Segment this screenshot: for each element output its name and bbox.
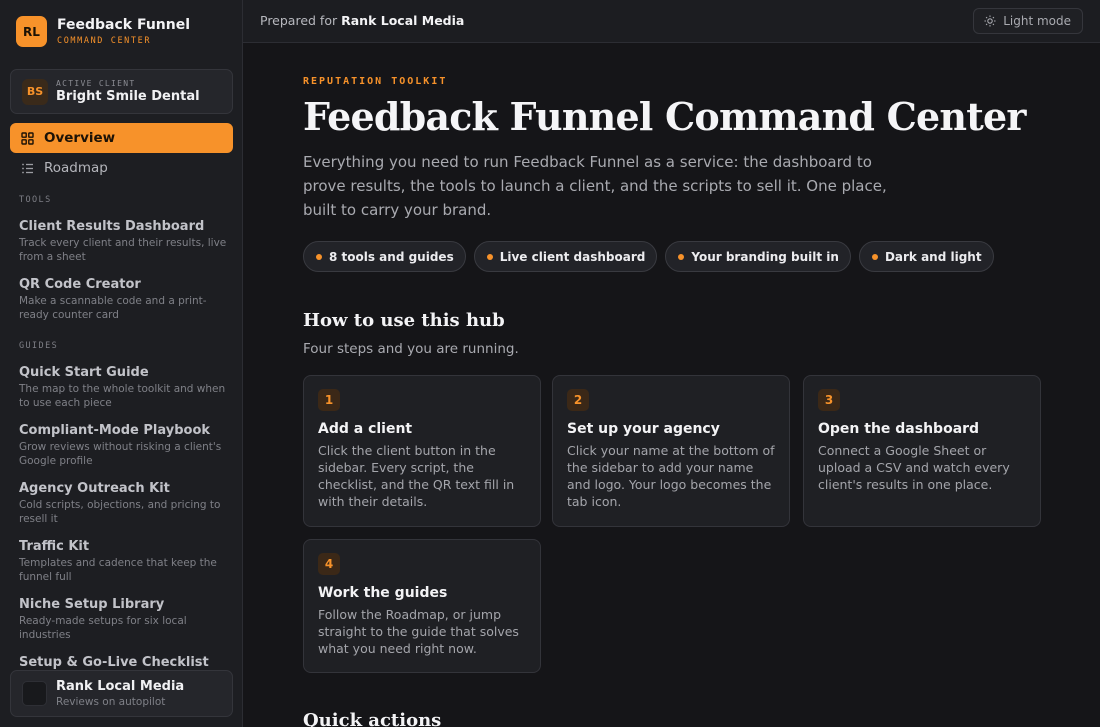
pill-label: Dark and light: [884, 249, 982, 264]
step-body: Click the client button in the sidebar. …: [318, 443, 515, 509]
dot-icon: [871, 253, 878, 260]
topbar: Prepared for Rank Local Media Light mode: [243, 0, 1100, 43]
nav-item-roadmap[interactable]: Roadmap: [10, 153, 233, 183]
dot-icon: [486, 253, 493, 260]
agency-name: Rank Local Media: [56, 679, 185, 694]
step-number: 3: [818, 389, 840, 411]
tool-desc: Templates and cadence that keep the funn…: [19, 557, 217, 583]
grid-icon: [20, 131, 34, 145]
brand-subtitle: COMMAND CENTER: [57, 36, 152, 46]
client-label: ACTIVE CLIENT: [56, 79, 136, 88]
list-icon: [20, 161, 34, 175]
step-number: 1: [318, 389, 340, 411]
tool-title: Niche Setup Library: [19, 597, 165, 612]
section-label-guides: GUIDES: [19, 341, 59, 351]
tool-desc: Grow reviews without risking a client's …: [19, 441, 222, 467]
feature-pill: Live client dashboard: [473, 241, 658, 272]
step-number: 2: [567, 389, 589, 411]
sidebar-item-traffic-kit[interactable]: Traffic Kit Templates and cadence that k…: [19, 539, 229, 584]
active-client-button[interactable]: BS ACTIVE CLIENT Bright Smile Dental: [10, 69, 233, 114]
feature-pill: Dark and light: [858, 241, 994, 272]
brand-logo: RL: [16, 16, 47, 47]
nav-item-label: Roadmap: [44, 160, 108, 176]
sidebar-item-setup-go-live-checklist[interactable]: Setup & Go-Live Checklist: [19, 655, 229, 671]
step-card: 2 Set up your agency Click your name at …: [552, 375, 790, 527]
tool-title: Compliant-Mode Playbook: [19, 423, 211, 438]
section-title-how-to: How to use this hub: [303, 310, 505, 331]
nav-item-overview[interactable]: Overview: [10, 123, 233, 153]
client-text: ACTIVE CLIENT Bright Smile Dental: [56, 79, 200, 104]
brand-text: Feedback Funnel COMMAND CENTER: [57, 17, 190, 46]
step-title: Set up your agency: [567, 421, 720, 437]
step-card: 1 Add a client Click the client button i…: [303, 375, 541, 527]
sidebar-item-qr-code-creator[interactable]: QR Code Creator Make a scannable code an…: [19, 277, 229, 322]
pill-label: Live client dashboard: [499, 249, 646, 264]
client-avatar: BS: [22, 78, 48, 105]
sidebar: RL Feedback Funnel COMMAND CENTER BS ACT…: [0, 0, 243, 727]
brand-name: Feedback Funnel: [57, 17, 191, 33]
tool-title: Setup & Go-Live Checklist: [19, 655, 209, 670]
step-body: Click your name at the bottom of the sid…: [567, 443, 775, 509]
tool-title: Client Results Dashboard: [19, 219, 205, 234]
agency-settings-button[interactable]: Rank Local Media Reviews on autopilot: [10, 670, 233, 717]
prepared-name: Rank Local Media: [341, 13, 465, 28]
section-subtitle-how-to: Four steps and you are running.: [303, 341, 519, 357]
step-card: 4 Work the guides Follow the Roadmap, or…: [303, 539, 541, 673]
step-title: Add a client: [318, 421, 413, 437]
tool-desc: The map to the whole toolkit and when to…: [19, 383, 226, 409]
tool-title: Traffic Kit: [19, 539, 90, 554]
step-title: Work the guides: [318, 585, 448, 601]
hero-eyebrow: REPUTATION TOOLKIT: [303, 76, 448, 87]
step-title: Open the dashboard: [818, 421, 980, 437]
sun-icon: [984, 15, 996, 27]
step-body: Follow the Roadmap, or jump straight to …: [318, 607, 519, 656]
sidebar-item-agency-outreach-kit[interactable]: Agency Outreach Kit Cold scripts, object…: [19, 481, 229, 526]
hero-description: Everything you need to run Feedback Funn…: [303, 153, 887, 219]
tool-desc: Track every client and their results, li…: [19, 237, 227, 263]
sidebar-item-client-results-dashboard[interactable]: Client Results Dashboard Track every cli…: [19, 219, 229, 264]
nav-item-label: Overview: [44, 130, 116, 146]
step-body: Connect a Google Sheet or upload a CSV a…: [818, 443, 1010, 492]
agency-tagline: Reviews on autopilot: [56, 696, 166, 708]
theme-toggle-label: Light mode: [1003, 14, 1071, 28]
page-title: Feedback Funnel Command Center: [303, 94, 1026, 139]
feature-pill: 8 tools and guides: [303, 241, 466, 272]
tool-desc: Make a scannable code and a print-ready …: [19, 295, 207, 321]
brand[interactable]: RL Feedback Funnel COMMAND CENTER: [16, 16, 190, 47]
tool-title: QR Code Creator: [19, 277, 141, 292]
section-label-tools: TOOLS: [19, 195, 52, 205]
tool-title: Agency Outreach Kit: [19, 481, 170, 496]
prepared-for: Prepared for Rank Local Media: [260, 13, 464, 28]
step-number: 4: [318, 553, 340, 575]
pill-label: Your branding built in: [691, 249, 839, 264]
sidebar-item-niche-setup-library[interactable]: Niche Setup Library Ready-made setups fo…: [19, 597, 229, 642]
sidebar-item-quick-start-guide[interactable]: Quick Start Guide The map to the whole t…: [19, 365, 229, 410]
tool-desc: Ready-made setups for six local industri…: [19, 615, 187, 641]
step-card: 3 Open the dashboard Connect a Google Sh…: [803, 375, 1041, 527]
agency-logo: [22, 681, 47, 706]
tool-desc: Cold scripts, objections, and pricing to…: [19, 499, 221, 525]
prepared-prefix: Prepared for: [260, 13, 338, 28]
feature-pill: Your branding built in: [665, 241, 851, 272]
main-content: REPUTATION TOOLKIT Feedback Funnel Comma…: [243, 44, 1100, 727]
feature-pills: 8 tools and guides Live client dashboard…: [303, 241, 1002, 272]
agency-text: Rank Local Media Reviews on autopilot: [56, 679, 184, 708]
dot-icon: [678, 253, 685, 260]
section-title-quick-actions: Quick actions: [303, 710, 442, 727]
dot-icon: [316, 253, 322, 260]
pill-label: 8 tools and guides: [329, 249, 454, 264]
sidebar-item-compliant-mode-playbook[interactable]: Compliant-Mode Playbook Grow reviews wit…: [19, 423, 229, 468]
theme-toggle-button[interactable]: Light mode: [973, 8, 1083, 34]
tool-title: Quick Start Guide: [19, 365, 149, 380]
client-name: Bright Smile Dental: [56, 89, 200, 104]
